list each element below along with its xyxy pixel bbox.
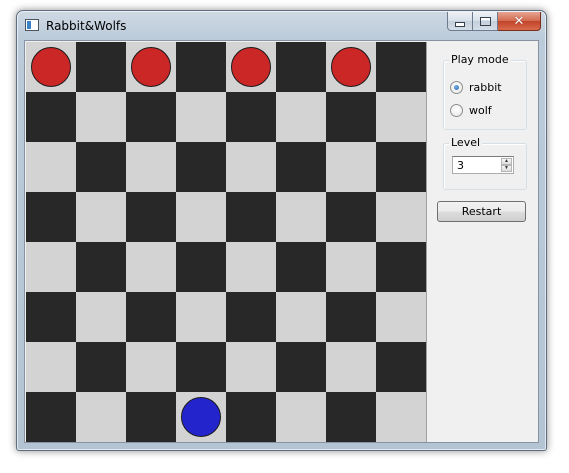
radio-wolf-control[interactable]: [450, 104, 463, 117]
board-cell[interactable]: [26, 42, 76, 92]
restart-button[interactable]: Restart: [437, 201, 526, 222]
board-cell[interactable]: [276, 292, 326, 342]
board-cell[interactable]: [126, 292, 176, 342]
board-cell[interactable]: [326, 342, 376, 392]
board-divider: [426, 42, 427, 442]
close-button[interactable]: ✕: [498, 12, 541, 31]
board-cell[interactable]: [26, 342, 76, 392]
board-cell[interactable]: [226, 242, 276, 292]
board-cell[interactable]: [76, 242, 126, 292]
board-cell[interactable]: [276, 392, 326, 442]
radio-rabbit[interactable]: rabbit: [450, 81, 502, 94]
play-mode-title: Play mode: [449, 53, 511, 66]
app-window-icon[interactable]: [25, 19, 39, 31]
board-cell[interactable]: [326, 192, 376, 242]
board-cell[interactable]: [376, 42, 426, 92]
level-title: Level: [449, 136, 483, 149]
board-cell[interactable]: [276, 142, 326, 192]
board-cell[interactable]: [76, 42, 126, 92]
board-cell[interactable]: [376, 192, 426, 242]
board-cell[interactable]: [276, 192, 326, 242]
wolf-piece[interactable]: [131, 47, 171, 87]
board-cell[interactable]: [276, 42, 326, 92]
spin-down-button[interactable]: ▼: [501, 165, 512, 172]
board-cell[interactable]: [26, 242, 76, 292]
board-cell[interactable]: [126, 192, 176, 242]
board-cell[interactable]: [276, 242, 326, 292]
board-cell[interactable]: [126, 242, 176, 292]
board-cell[interactable]: [76, 192, 126, 242]
client-area: Play mode rabbit wolf Level ▲ ▼ Restart: [24, 40, 539, 443]
board-cell[interactable]: [76, 342, 126, 392]
play-mode-group: Play mode rabbit wolf: [443, 53, 527, 130]
board-cell[interactable]: [176, 242, 226, 292]
board-cell[interactable]: [326, 92, 376, 142]
board-cell[interactable]: [176, 92, 226, 142]
board-cell[interactable]: [126, 142, 176, 192]
board-cell[interactable]: [26, 92, 76, 142]
board-cell[interactable]: [376, 142, 426, 192]
close-icon: ✕: [513, 13, 525, 29]
minimize-button[interactable]: [447, 12, 473, 31]
board-cell[interactable]: [176, 42, 226, 92]
board-cell[interactable]: [376, 292, 426, 342]
board-cell[interactable]: [126, 392, 176, 442]
board-cell[interactable]: [326, 392, 376, 442]
board-cell[interactable]: [226, 92, 276, 142]
board-cell[interactable]: [226, 342, 276, 392]
board-cell[interactable]: [76, 142, 126, 192]
board-cell[interactable]: [176, 192, 226, 242]
board-cell[interactable]: [276, 342, 326, 392]
radio-rabbit-label[interactable]: rabbit: [469, 81, 502, 94]
radio-wolf[interactable]: wolf: [450, 104, 492, 117]
wolf-piece[interactable]: [331, 47, 371, 87]
window-title: Rabbit&Wolfs: [46, 19, 127, 33]
board-cell[interactable]: [276, 92, 326, 142]
maximize-icon: [479, 16, 491, 26]
board-cell[interactable]: [226, 392, 276, 442]
title-bar[interactable]: Rabbit&Wolfs ✕: [17, 11, 546, 41]
level-group: Level ▲ ▼: [443, 136, 527, 190]
board-cell[interactable]: [76, 392, 126, 442]
board-cell[interactable]: [176, 292, 226, 342]
board-cell[interactable]: [26, 392, 76, 442]
spin-up-button[interactable]: ▲: [501, 158, 512, 165]
board-cell[interactable]: [376, 342, 426, 392]
board-cell[interactable]: [126, 342, 176, 392]
spin-buttons: ▲ ▼: [501, 158, 512, 172]
board-cell[interactable]: [226, 42, 276, 92]
radio-wolf-label[interactable]: wolf: [469, 104, 492, 117]
board-cell[interactable]: [376, 92, 426, 142]
board-cell[interactable]: [126, 92, 176, 142]
board-cell[interactable]: [226, 292, 276, 342]
board-cell[interactable]: [326, 292, 376, 342]
board-cell[interactable]: [226, 142, 276, 192]
minimize-icon: [455, 21, 465, 27]
board-cell[interactable]: [26, 142, 76, 192]
board-cell[interactable]: [76, 92, 126, 142]
board-cell[interactable]: [376, 392, 426, 442]
app-window: Rabbit&Wolfs ✕ Play mode rabbit wolf Lev…: [16, 10, 547, 451]
board-cell[interactable]: [326, 42, 376, 92]
wolf-piece[interactable]: [31, 47, 71, 87]
board-cell[interactable]: [26, 192, 76, 242]
board-cell[interactable]: [326, 142, 376, 192]
board-cell[interactable]: [226, 192, 276, 242]
maximize-button[interactable]: [473, 12, 498, 31]
board-cell[interactable]: [176, 342, 226, 392]
level-input[interactable]: [455, 158, 503, 172]
board-cell[interactable]: [176, 392, 226, 442]
board-cell[interactable]: [26, 292, 76, 342]
game-board[interactable]: [26, 42, 426, 442]
board-cell[interactable]: [326, 242, 376, 292]
board-cell[interactable]: [76, 292, 126, 342]
caption-buttons: ✕: [447, 12, 541, 32]
rabbit-piece[interactable]: [181, 397, 221, 437]
board-cell[interactable]: [126, 42, 176, 92]
board-cell[interactable]: [176, 142, 226, 192]
radio-rabbit-control[interactable]: [450, 81, 463, 94]
board-cell[interactable]: [376, 242, 426, 292]
wolf-piece[interactable]: [231, 47, 271, 87]
level-spinbox[interactable]: ▲ ▼: [452, 156, 514, 174]
